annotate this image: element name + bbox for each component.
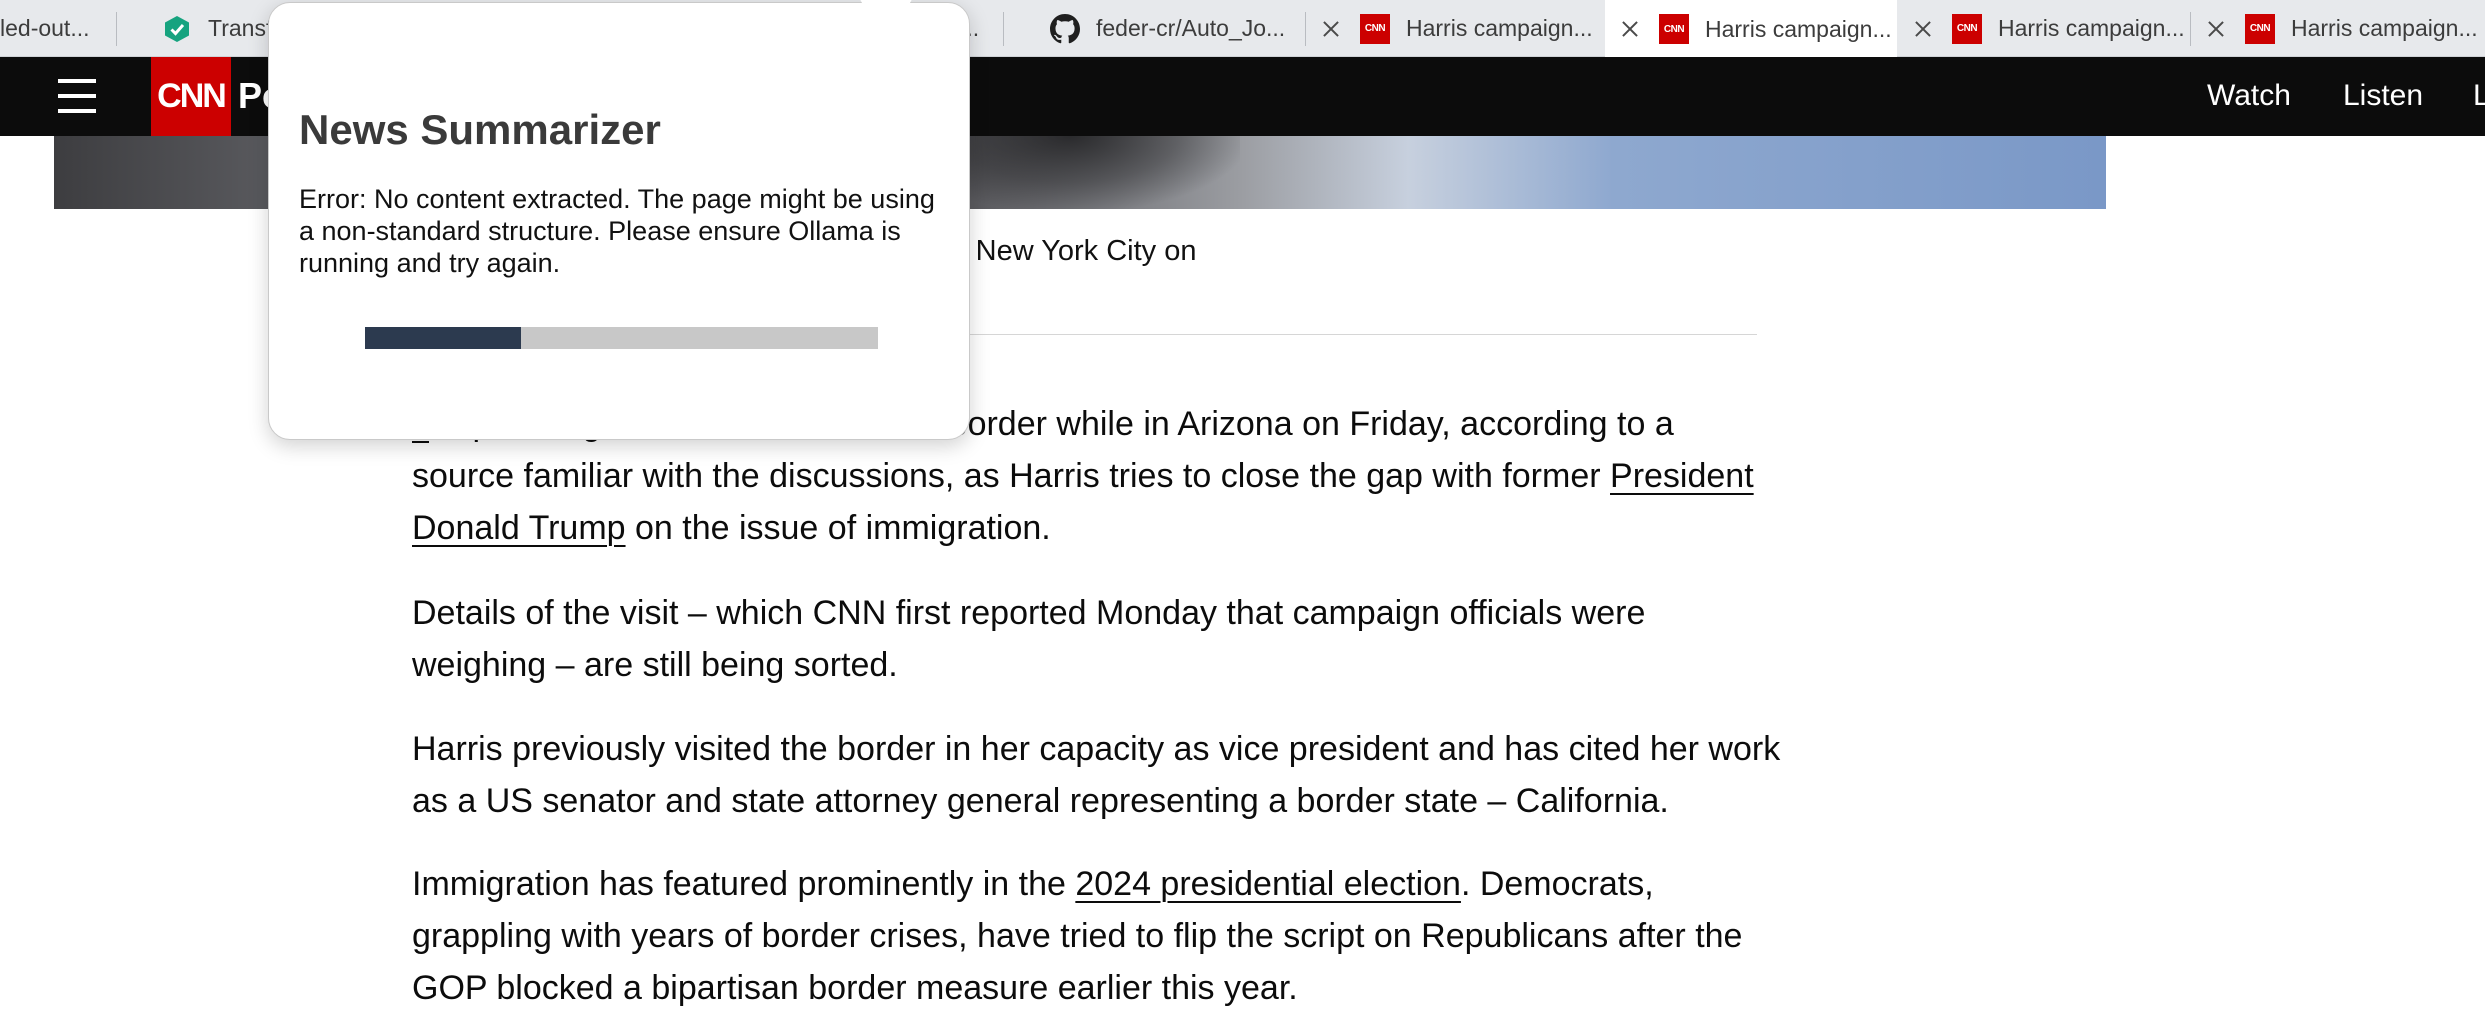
error-message: Error: No content extracted. The page mi… (299, 184, 935, 278)
logo-text: CNN (157, 77, 227, 115)
tab-title: Harris campaign... (2291, 15, 2478, 41)
popup-title: News Summarizer (299, 106, 661, 153)
article-paragraph: Details of the visit – which CNN first r… (412, 587, 1782, 691)
article-text: Immigration has featured prominently in … (412, 865, 1076, 903)
browser-tab[interactable]: Transf (162, 0, 272, 57)
article-text: on the issue of immigration. (625, 509, 1051, 547)
browser-tab[interactable]: feder-cr/Auto_Jo... (1050, 0, 1300, 57)
tab-title: feder-cr/Auto_Jo... (1096, 15, 1286, 41)
tab-title: Harris campaign... (1998, 15, 2185, 41)
close-tab-icon[interactable] (1910, 16, 1936, 42)
news-summarizer-popup: News Summarizer Error: No content extrac… (268, 0, 970, 440)
tab-title: Harris campaign... (1705, 15, 1892, 42)
cnn-favicon-icon: CNN (1360, 13, 1390, 44)
nav-watch[interactable]: Watch (2207, 79, 2291, 113)
browser-tab[interactable]: CNN Harris campaign... (1898, 0, 2188, 57)
cnn-logo[interactable]: CNN (151, 57, 231, 136)
progress-bar-fill (365, 327, 522, 349)
nav-truncated[interactable]: L (2473, 79, 2485, 113)
nav-listen[interactable]: Listen (2343, 79, 2423, 113)
close-tab-icon[interactable] (2203, 16, 2229, 42)
article-text: Harris previously visited the border in … (412, 730, 1781, 820)
browser-tab-active[interactable]: CNN Harris campaign... (1605, 0, 1897, 58)
article-paragraph: Immigration has featured prominently in … (412, 858, 1782, 1014)
menu-icon[interactable] (58, 77, 98, 115)
tab-separator (116, 12, 117, 46)
browser-tab[interactable]: CNN Harris campaign... (2191, 0, 2485, 57)
tab-title: led-out... (0, 15, 90, 41)
github-icon (1050, 13, 1080, 44)
browser-tab[interactable]: CNN Harris campaign... (1306, 0, 1604, 57)
cnn-favicon-icon: CNN (1659, 14, 1689, 44)
article-paragraph: Harris previously visited the border in … (412, 723, 1782, 827)
tab-separator (1003, 12, 1004, 46)
close-tab-icon[interactable] (1318, 16, 1344, 42)
green-hexagon-icon (162, 14, 192, 44)
popup-pointer (859, 0, 913, 11)
article-text: Details of the visit – which CNN first r… (412, 594, 1646, 684)
progress-bar (365, 327, 878, 349)
tab-title: Transf (208, 15, 272, 41)
close-tab-icon[interactable] (1617, 16, 1643, 42)
article-link[interactable]: 2024 presidential election (1075, 865, 1461, 903)
tab-title: Harris campaign... (1406, 15, 1593, 41)
cnn-favicon-icon: CNN (2245, 13, 2275, 44)
browser-tab[interactable]: led-out... (0, 0, 114, 57)
cnn-favicon-icon: CNN (1952, 13, 1982, 44)
